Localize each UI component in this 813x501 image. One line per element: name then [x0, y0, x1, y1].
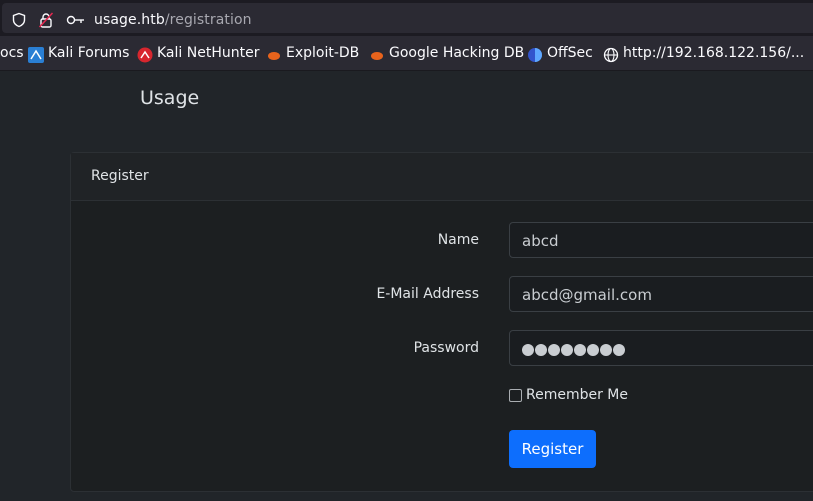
password-label: Password	[413, 340, 479, 356]
globe-icon	[603, 47, 619, 63]
url-text[interactable]: usage.htb/registration	[94, 12, 252, 28]
name-input-value: abcd	[522, 232, 559, 250]
page-content: Usage Register Name abcd E-Mail Address …	[0, 71, 813, 501]
name-label: Name	[437, 232, 479, 248]
bookmark-kali-forums[interactable]: Kali Forums	[48, 45, 129, 61]
navbar: Usage	[0, 71, 813, 126]
kali-forums-icon	[28, 47, 44, 63]
key-icon[interactable]	[66, 12, 86, 28]
password-input[interactable]	[509, 330, 813, 366]
register-button[interactable]: Register	[509, 430, 596, 468]
card-header: Register	[71, 153, 813, 201]
offsec-icon	[528, 48, 542, 62]
password-mask-dot	[587, 344, 599, 356]
bookmarks-toolbar: ocs Kali Forums Kali NetHunter Exploit-D…	[0, 36, 813, 71]
insecure-lock-icon[interactable]	[38, 12, 54, 28]
password-mask-dot	[535, 344, 547, 356]
card-title: Register	[91, 168, 149, 184]
password-mask-dot	[613, 344, 625, 356]
bookmark-offsec[interactable]: OffSec	[547, 45, 593, 61]
kali-nethunter-icon	[137, 47, 153, 63]
name-input[interactable]: abcd	[509, 222, 813, 258]
password-mask-dot	[522, 344, 534, 356]
exploit-db-icon	[268, 52, 280, 60]
password-mask-dot	[561, 344, 573, 356]
bookmark-kali-nethunter[interactable]: Kali NetHunter	[157, 45, 259, 61]
url-bar[interactable]: usage.htb/registration	[2, 3, 813, 33]
bookmark-docs[interactable]: ocs	[0, 45, 24, 61]
browser-toolbar: usage.htb/registration	[0, 0, 813, 36]
brand-link[interactable]: Usage	[140, 87, 199, 109]
shield-icon[interactable]	[11, 12, 27, 28]
remember-me-label[interactable]: Remember Me	[526, 387, 628, 403]
remember-me-checkbox[interactable]	[509, 389, 522, 402]
password-mask-dot	[600, 344, 612, 356]
register-card: Register Name abcd E-Mail Address abcd@g…	[70, 152, 813, 492]
email-input[interactable]: abcd@gmail.com	[509, 276, 813, 312]
google-hacking-db-icon	[371, 52, 383, 60]
password-mask-dot	[574, 344, 586, 356]
password-mask-dot	[548, 344, 560, 356]
bookmark-google-hacking-db[interactable]: Google Hacking DB	[389, 45, 524, 61]
bookmark-exploit-db[interactable]: Exploit-DB	[286, 45, 359, 61]
email-input-value: abcd@gmail.com	[522, 286, 652, 304]
password-mask	[522, 341, 626, 360]
bookmark-local-ip[interactable]: http://192.168.122.156/...	[623, 45, 804, 61]
email-label: E-Mail Address	[376, 286, 479, 302]
